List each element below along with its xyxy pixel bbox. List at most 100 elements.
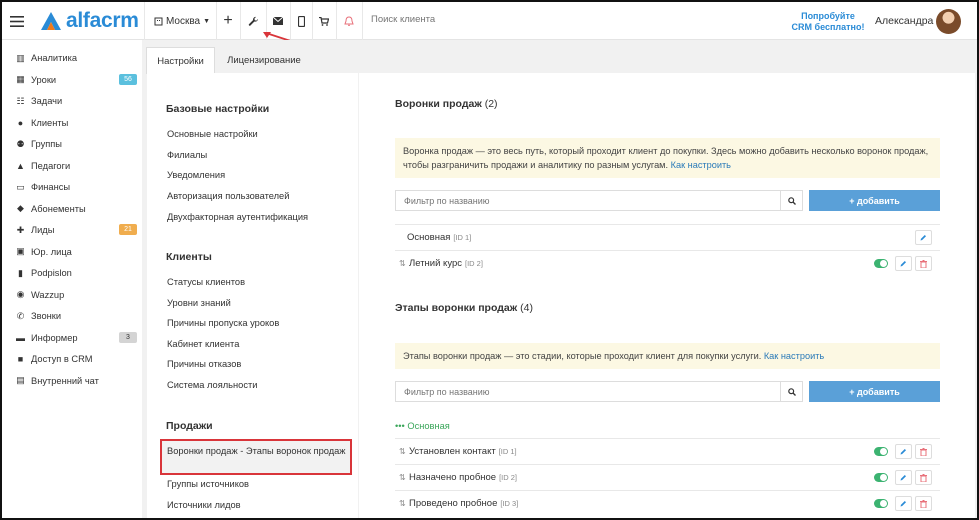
edit-button[interactable] bbox=[895, 496, 912, 511]
bell-icon[interactable] bbox=[336, 2, 362, 40]
funnels-filter-input[interactable] bbox=[395, 190, 781, 211]
nav-client-statuses[interactable]: Статусы клиентов bbox=[167, 277, 245, 287]
tab-licensing-label: Лицензирование bbox=[227, 55, 301, 66]
nav-refusal-reasons[interactable]: Причины отказов bbox=[167, 359, 241, 369]
pencil-icon bbox=[900, 261, 906, 267]
funnel-name: Летний курс bbox=[409, 258, 462, 269]
nav-source-groups[interactable]: Группы источников bbox=[167, 479, 249, 489]
drag-handle-icon[interactable]: ⇅ bbox=[399, 259, 409, 268]
logo-icon bbox=[41, 12, 61, 30]
sidebar-item[interactable]: ☷ Задачи bbox=[15, 91, 137, 111]
pencil-icon bbox=[900, 449, 906, 455]
nav-two-factor[interactable]: Двухфакторная аутентификация bbox=[167, 212, 308, 222]
delete-button[interactable] bbox=[915, 256, 932, 271]
section-sales-title: Продажи bbox=[166, 420, 213, 432]
funnels-title: Воронки продаж bbox=[395, 98, 482, 110]
sidebar-item[interactable]: ■ Доступ в CRM bbox=[15, 349, 137, 369]
edit-button[interactable] bbox=[895, 256, 912, 271]
nav-lead-sources[interactable]: Источники лидов bbox=[167, 500, 241, 510]
free-trial-link[interactable]: Попробуйте CRM бесплатно! bbox=[785, 11, 871, 33]
stages-help-link[interactable]: Как настроить bbox=[764, 351, 824, 361]
nav-client-cabinet[interactable]: Кабинет клиента bbox=[167, 339, 239, 349]
tasks-icon: ☷ bbox=[16, 95, 25, 106]
funnel-row[interactable]: Основная [ID 1] bbox=[395, 224, 940, 250]
stages-title: Этапы воронки продаж bbox=[395, 302, 518, 314]
sidebar-item-label: Задачи bbox=[31, 96, 63, 106]
funnel-row[interactable]: ⇅ Летний курс [ID 2] bbox=[395, 250, 940, 276]
active-toggle[interactable] bbox=[874, 259, 888, 268]
nav-basic-settings[interactable]: Основные настройки bbox=[167, 129, 258, 139]
sidebar-item[interactable]: ▲ Педагоги bbox=[15, 156, 137, 176]
sidebar: ▥ Аналитика ▦ Уроки 56 ☷ Задачи ● Клиенты ⚉ Группы… bbox=[2, 40, 142, 518]
active-toggle[interactable] bbox=[874, 473, 888, 482]
nav-loyalty[interactable]: Система лояльности bbox=[167, 380, 257, 390]
edit-button[interactable] bbox=[915, 230, 932, 245]
delete-button[interactable] bbox=[915, 496, 932, 511]
active-toggle[interactable] bbox=[874, 447, 888, 456]
client-search-input[interactable] bbox=[371, 14, 571, 25]
stage-row[interactable]: ⇅ Проведено пробное [ID 3] bbox=[395, 490, 940, 516]
sidebar-item[interactable]: ● Клиенты bbox=[15, 113, 137, 133]
pencil-icon bbox=[900, 475, 906, 481]
stage-id: [ID 1] bbox=[498, 447, 517, 456]
sidebar-item[interactable]: ▦ Уроки 56 bbox=[15, 70, 137, 90]
sidebar-item[interactable]: ▤ Внутренний чат bbox=[15, 371, 137, 391]
drag-handle-icon[interactable]: ⇅ bbox=[399, 499, 409, 508]
plus-icon[interactable]: + bbox=[216, 2, 240, 40]
stage-group-label[interactable]: ••• Основная bbox=[395, 421, 450, 431]
money-icon: ▭ bbox=[16, 181, 25, 192]
nav-absence-reasons[interactable]: Причины пропуска уроков bbox=[167, 318, 279, 328]
drag-handle-icon[interactable]: ⇅ bbox=[399, 473, 409, 482]
sidebar-item[interactable]: ◆ Абонементы bbox=[15, 199, 137, 219]
menu-icon[interactable] bbox=[6, 2, 28, 40]
sidebar-item[interactable]: ▥ Аналитика bbox=[15, 48, 137, 68]
sidebar-item[interactable]: ▮ Podpislon bbox=[15, 263, 137, 283]
city-label: Москва bbox=[165, 15, 201, 27]
sidebar-item[interactable]: ▬ Информер 3 bbox=[15, 328, 137, 348]
active-toggle[interactable] bbox=[874, 499, 888, 508]
stage-name: Проведено пробное bbox=[409, 498, 498, 509]
stages-search-button[interactable] bbox=[781, 381, 803, 402]
sidebar-item[interactable]: ◉ Wazzup bbox=[15, 285, 137, 305]
count-badge: 3 bbox=[119, 331, 137, 343]
cart-icon[interactable] bbox=[312, 2, 336, 40]
sidebar-item[interactable]: ⚉ Группы bbox=[15, 134, 137, 154]
user-icon: ● bbox=[17, 117, 24, 128]
tab-licensing[interactable]: Лицензирование bbox=[217, 47, 311, 74]
count-badge: 56 bbox=[119, 73, 137, 85]
sidebar-item[interactable]: ▣ Юр. лица bbox=[15, 242, 137, 262]
logo[interactable]: alfacrm bbox=[40, 2, 140, 40]
city-selector[interactable]: Москва ▼ bbox=[148, 2, 216, 40]
edit-button[interactable] bbox=[895, 470, 912, 485]
tab-settings[interactable]: Настройки bbox=[146, 47, 215, 74]
delete-button[interactable] bbox=[915, 470, 932, 485]
avatar[interactable] bbox=[936, 9, 961, 34]
delete-button[interactable] bbox=[915, 444, 932, 459]
stages-add-button[interactable]: + добавить bbox=[809, 381, 940, 402]
nav-knowledge-levels[interactable]: Уровни знаний bbox=[167, 298, 231, 308]
drag-handle-icon[interactable]: ⇅ bbox=[399, 447, 409, 456]
stage-row[interactable]: ⇅ Установлен контакт [ID 1] bbox=[395, 438, 940, 464]
stages-filter-input[interactable] bbox=[395, 381, 781, 402]
funnels-help-link[interactable]: Как настроить bbox=[671, 160, 731, 170]
trash-icon bbox=[920, 447, 927, 456]
funnels-info-text: Воронка продаж — это весь путь, который … bbox=[403, 146, 929, 170]
stage-row[interactable]: ⇅ Назначено пробное [ID 2] bbox=[395, 464, 940, 490]
edit-button[interactable] bbox=[895, 444, 912, 459]
comment-icon: ▬ bbox=[16, 332, 25, 343]
section-clients-title: Клиенты bbox=[166, 251, 212, 263]
nav-branches[interactable]: Филиалы bbox=[167, 150, 207, 160]
user-name[interactable]: Александра bbox=[875, 15, 933, 27]
logo-text: alfacrm bbox=[66, 9, 139, 32]
nav-notifications[interactable]: Уведомления bbox=[167, 170, 225, 180]
document-icon: ▮ bbox=[18, 267, 23, 278]
nav-user-auth[interactable]: Авторизация пользователей bbox=[167, 191, 289, 201]
funnels-add-button[interactable]: + добавить bbox=[809, 190, 940, 211]
funnels-search-button[interactable] bbox=[781, 190, 803, 211]
stage-id: [ID 3] bbox=[500, 499, 519, 508]
sidebar-item[interactable]: ▭ Финансы bbox=[15, 177, 137, 197]
nav-funnels[interactable]: Воронки продаж - Этапы воронок продаж bbox=[167, 445, 347, 457]
sidebar-item[interactable]: ✚ Лиды 21 bbox=[15, 220, 137, 240]
sidebar-item[interactable]: ✆ Звонки bbox=[15, 306, 137, 326]
stages-count: (4) bbox=[520, 302, 533, 314]
